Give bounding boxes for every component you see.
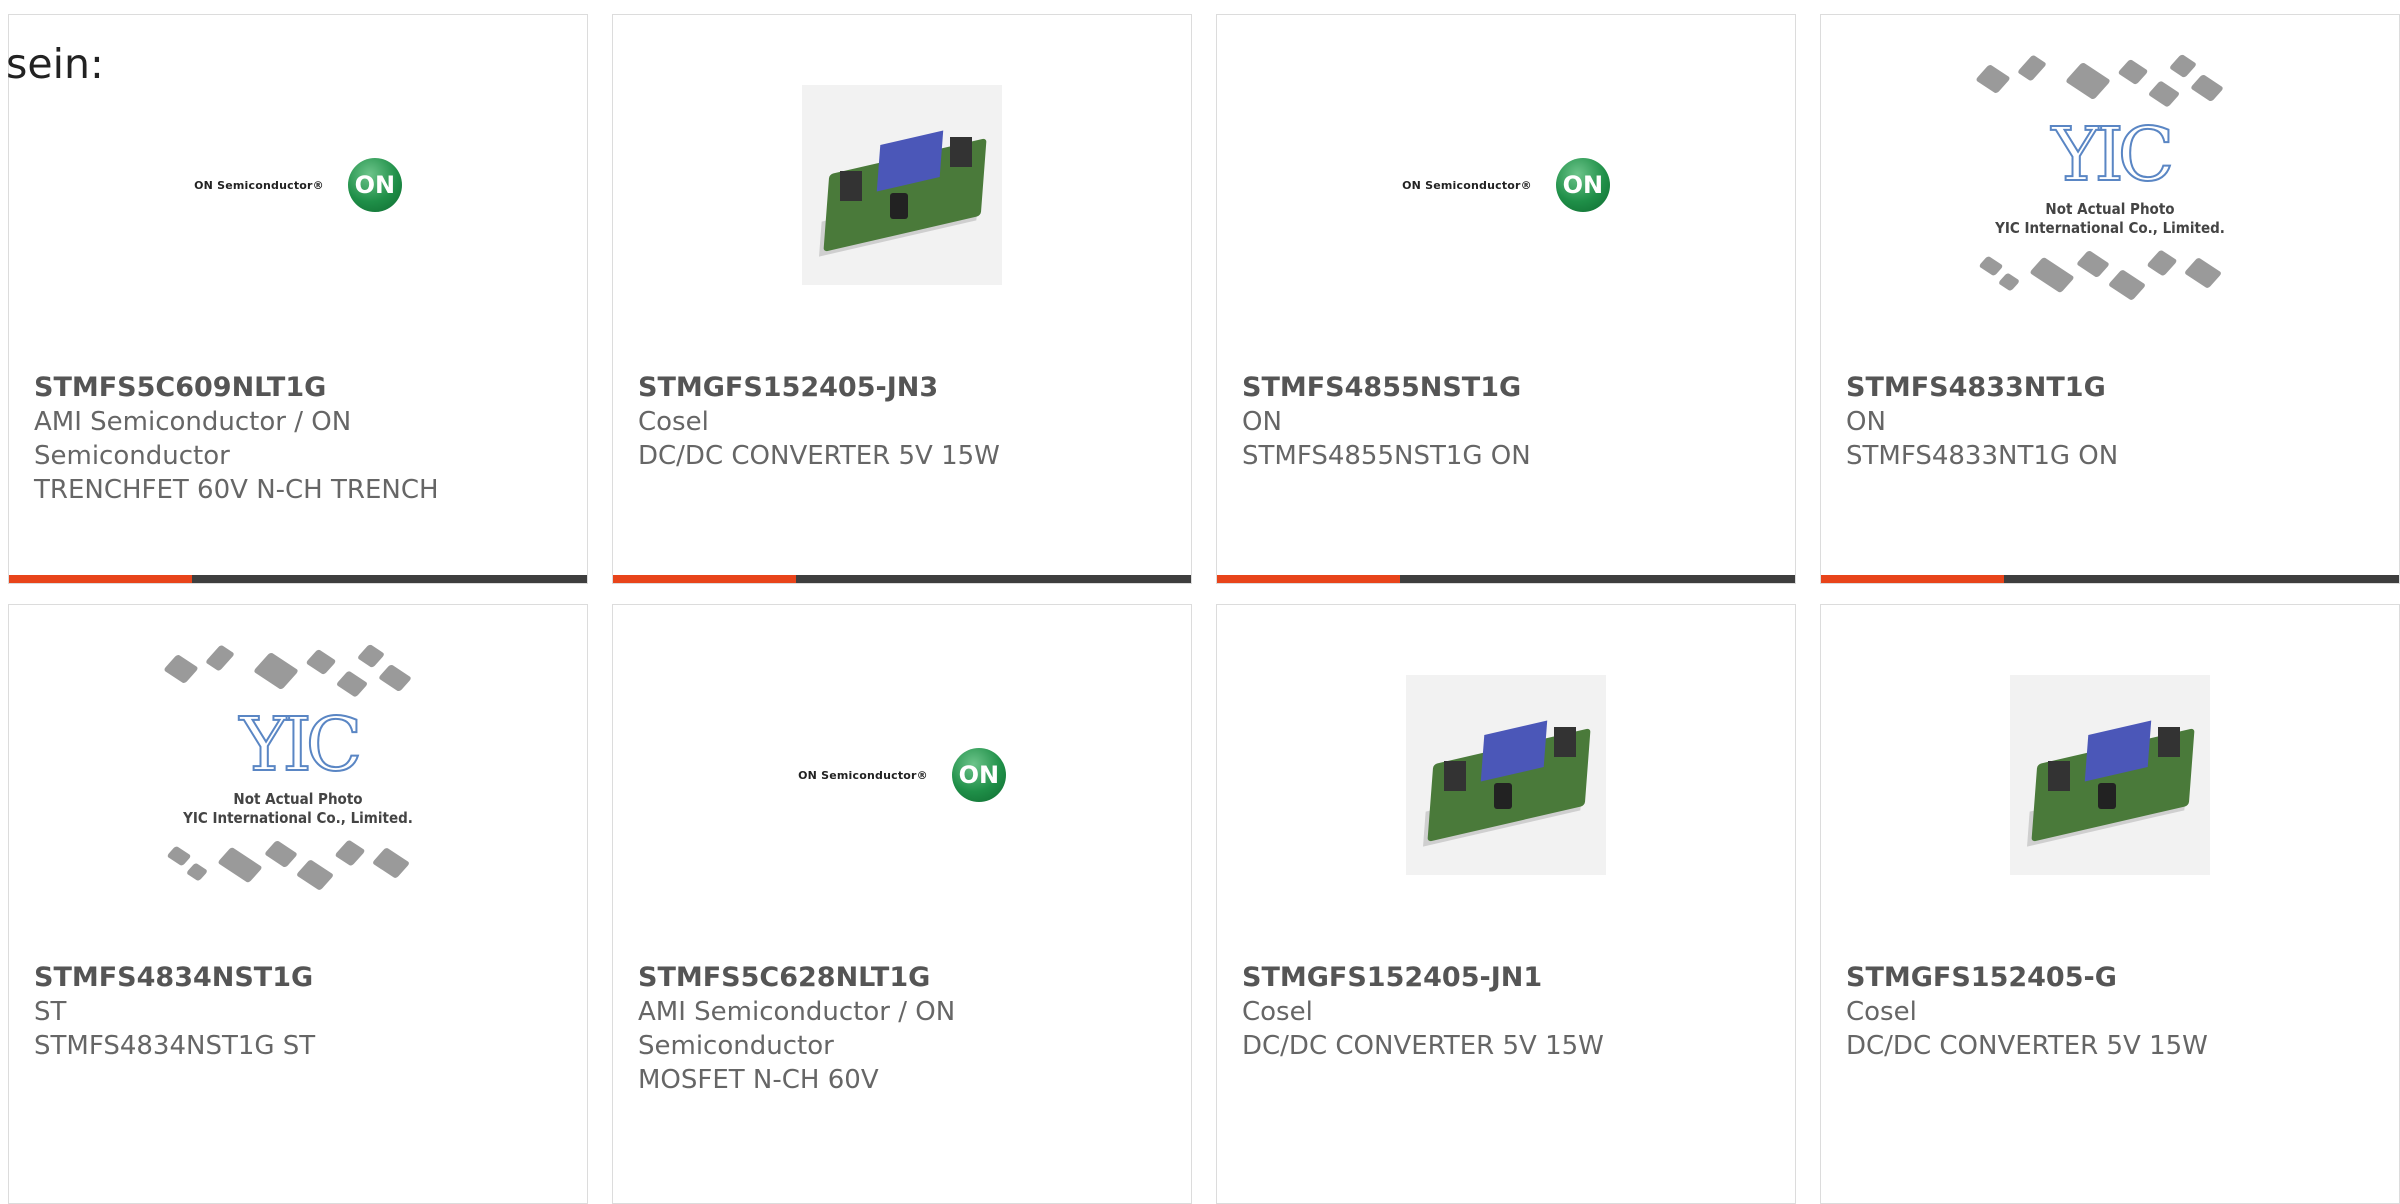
description-line: DC/DC CONVERTER 5V 15W <box>1846 1031 2208 1061</box>
part-number[interactable]: STMFS5C628NLT1G <box>638 960 1171 995</box>
description-line: STMFS4833NT1G ON <box>1846 441 2119 471</box>
manufacturer: Cosel <box>638 407 709 437</box>
on-logo-badge: ON <box>1555 158 1610 212</box>
dcdc-converter-photo <box>1406 675 1606 875</box>
dcdc-converter-photo <box>2010 675 2210 875</box>
product-card[interactable]: STMGFS152405-JN1 Cosel DC/DC CONVERTER 5… <box>1216 604 1796 1204</box>
part-number[interactable]: STMFS5C609NLT1G <box>34 370 567 405</box>
card-bottom-bar <box>9 575 587 583</box>
product-image[interactable] <box>1217 605 1795 945</box>
on-logo-text: ON Semiconductor® <box>1402 178 1532 192</box>
part-number[interactable]: STMFS4833NT1G <box>1846 370 2379 405</box>
product-info: STMFS5C609NLT1G AMI Semiconductor / ON S… <box>34 370 567 507</box>
card-bottom-bar <box>613 575 1191 583</box>
card-accent-bar <box>613 575 796 583</box>
yic-not-actual-photo: YIC Not Actual Photo YIC International Co… <box>1960 50 2260 320</box>
on-logo-badge: ON <box>951 748 1006 802</box>
product-info: STMGFS152405-G Cosel DC/DC CONVERTER 5V … <box>1846 960 2379 1063</box>
on-logo-text: ON Semiconductor® <box>194 178 324 192</box>
card-accent-bar <box>1821 575 2004 583</box>
product-info: STMFS4834NST1G ST STMFS4834NST1G ST <box>34 960 567 1063</box>
part-number[interactable]: STMGFS152405-G <box>1846 960 2379 995</box>
yic-caption: Not Actual Photo YIC International Co., L… <box>183 790 413 827</box>
product-info: STMFS4833NT1G ON STMFS4833NT1G ON <box>1846 370 2379 473</box>
product-info: STMGFS152405-JN1 Cosel DC/DC CONVERTER 5… <box>1242 960 1775 1063</box>
description-line: MOSFET N-CH 60V <box>638 1065 879 1095</box>
product-image[interactable]: ON Semiconductor® ON <box>1217 15 1795 355</box>
on-semiconductor-logo: ON Semiconductor® ON <box>194 158 402 212</box>
product-card[interactable]: ON Semiconductor® ON STMFS5C609NLT1G AMI… <box>8 14 588 584</box>
description-line: Semiconductor <box>34 441 230 471</box>
product-image[interactable] <box>1821 605 2399 945</box>
yic-mark: YIC <box>239 701 364 789</box>
description-line: TRENCHFET 60V N-CH TRENCH <box>34 475 439 505</box>
product-info: STMFS5C628NLT1G AMI Semiconductor / ON S… <box>638 960 1171 1097</box>
manufacturer: ON <box>1846 407 1886 437</box>
part-number[interactable]: STMGFS152405-JN3 <box>638 370 1171 405</box>
product-card[interactable]: ON Semiconductor® ON STMFS4855NST1G ON S… <box>1216 14 1796 584</box>
on-logo-text: ON Semiconductor® <box>798 768 928 782</box>
description-line: DC/DC CONVERTER 5V 15W <box>638 441 1000 471</box>
description-line: STMFS4855NST1G ON <box>1242 441 1531 471</box>
product-info: STMGFS152405-JN3 Cosel DC/DC CONVERTER 5… <box>638 370 1171 473</box>
manufacturer: Cosel <box>1846 997 1917 1027</box>
part-number[interactable]: STMGFS152405-JN1 <box>1242 960 1775 995</box>
manufacturer: Cosel <box>1242 997 1313 1027</box>
card-accent-bar <box>1217 575 1400 583</box>
card-accent-bar <box>9 575 192 583</box>
product-image[interactable] <box>613 15 1191 355</box>
product-card[interactable]: YIC Not Actual Photo YIC International Co… <box>8 604 588 1204</box>
yic-mark: YIC <box>2051 111 2176 199</box>
card-bottom-bar <box>1217 575 1795 583</box>
product-card[interactable]: YIC Not Actual Photo YIC International Co… <box>1820 14 2400 584</box>
lead-text: sein: <box>6 40 104 88</box>
product-card[interactable]: ON Semiconductor® ON STMFS5C628NLT1G AMI… <box>612 604 1192 1204</box>
part-number[interactable]: STMFS4855NST1G <box>1242 370 1775 405</box>
manufacturer: ST <box>34 997 67 1027</box>
card-bottom-bar <box>1821 575 2399 583</box>
part-number[interactable]: STMFS4834NST1G <box>34 960 567 995</box>
on-logo-badge: ON <box>347 158 402 212</box>
product-card[interactable]: STMGFS152405-G Cosel DC/DC CONVERTER 5V … <box>1820 604 2400 1204</box>
product-image[interactable]: YIC Not Actual Photo YIC International Co… <box>9 605 587 945</box>
on-semiconductor-logo: ON Semiconductor® ON <box>1402 158 1610 212</box>
dcdc-converter-photo <box>802 85 1002 285</box>
manufacturer: AMI Semiconductor / ON <box>638 997 956 1027</box>
description-line: STMFS4834NST1G ST <box>34 1031 316 1061</box>
yic-caption: Not Actual Photo YIC International Co., L… <box>1995 200 2225 237</box>
description-line: DC/DC CONVERTER 5V 15W <box>1242 1031 1604 1061</box>
yic-not-actual-photo: YIC Not Actual Photo YIC International Co… <box>148 640 448 910</box>
description-line: Semiconductor <box>638 1031 834 1061</box>
product-card[interactable]: STMGFS152405-JN3 Cosel DC/DC CONVERTER 5… <box>612 14 1192 584</box>
manufacturer: ON <box>1242 407 1282 437</box>
product-info: STMFS4855NST1G ON STMFS4855NST1G ON <box>1242 370 1775 473</box>
manufacturer: AMI Semiconductor / ON <box>34 407 352 437</box>
product-image[interactable]: YIC Not Actual Photo YIC International Co… <box>1821 15 2399 355</box>
product-image[interactable]: ON Semiconductor® ON <box>613 605 1191 945</box>
on-semiconductor-logo: ON Semiconductor® ON <box>798 748 1006 802</box>
